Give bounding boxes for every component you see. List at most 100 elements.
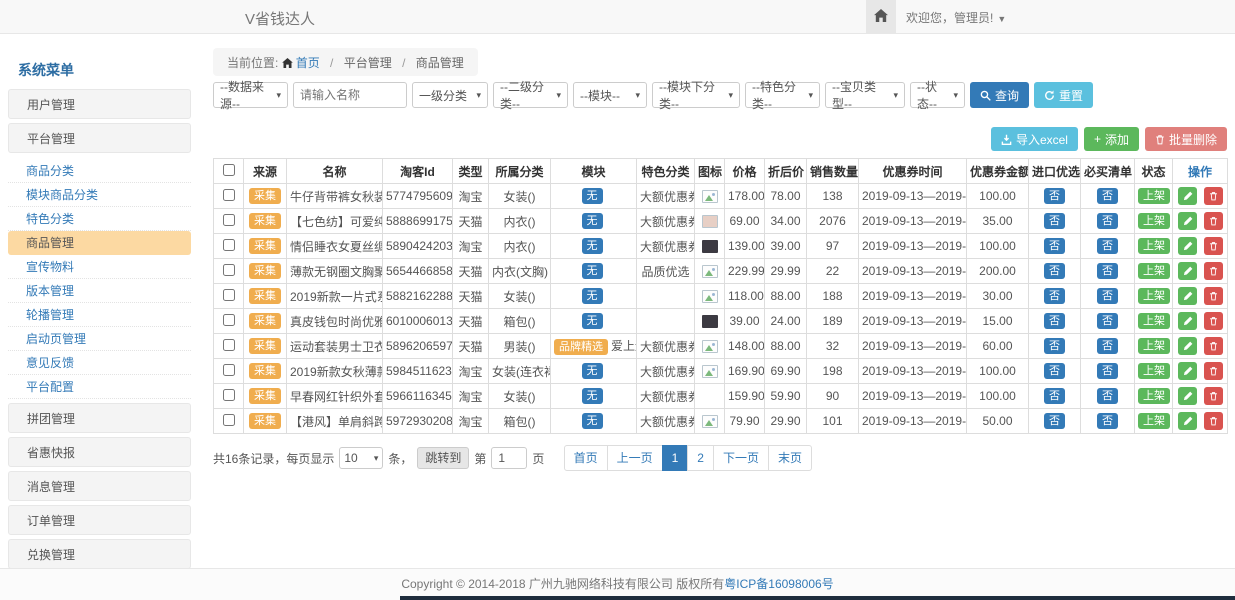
edit-button[interactable] <box>1178 387 1197 405</box>
delete-button[interactable] <box>1204 387 1223 405</box>
status-badge[interactable]: 上架 <box>1138 263 1170 279</box>
sidebar-item-version-mgmt[interactable]: 版本管理 <box>8 279 191 303</box>
must-buy-badge[interactable]: 否 <box>1097 288 1118 304</box>
sidebar-group-exchange-mgmt[interactable]: 兑换管理 <box>8 539 191 568</box>
import-select-badge[interactable]: 否 <box>1044 313 1065 329</box>
row-checkbox[interactable] <box>223 289 235 301</box>
sidebar-group-platform-mgmt[interactable]: 平台管理 <box>8 123 191 153</box>
select-all-checkbox[interactable] <box>223 164 235 176</box>
batch-delete-button[interactable]: 批量删除 <box>1145 127 1227 151</box>
import-select-badge[interactable]: 否 <box>1044 238 1065 254</box>
import-select-badge[interactable]: 否 <box>1044 363 1065 379</box>
edit-button[interactable] <box>1178 262 1197 280</box>
edit-button[interactable] <box>1178 312 1197 330</box>
must-buy-badge[interactable]: 否 <box>1097 388 1118 404</box>
edit-button[interactable] <box>1178 287 1197 305</box>
must-buy-badge[interactable]: 否 <box>1097 188 1118 204</box>
status-badge[interactable]: 上架 <box>1138 363 1170 379</box>
status-badge[interactable]: 上架 <box>1138 288 1170 304</box>
status-select[interactable]: --状态--▾ <box>910 82 965 108</box>
import-select-badge[interactable]: 否 <box>1044 188 1065 204</box>
delete-button[interactable] <box>1204 212 1223 230</box>
sidebar-item-promo-materials[interactable]: 宣传物料 <box>8 255 191 279</box>
pager-prev[interactable]: 上一页 <box>607 445 663 471</box>
page-number-input[interactable] <box>491 447 527 469</box>
import-select-badge[interactable]: 否 <box>1044 388 1065 404</box>
edit-button[interactable] <box>1178 212 1197 230</box>
sidebar-item-splash-mgmt[interactable]: 启动页管理 <box>8 327 191 351</box>
sidebar-group-order-mgmt[interactable]: 订单管理 <box>8 505 191 535</box>
delete-button[interactable] <box>1204 287 1223 305</box>
row-checkbox[interactable] <box>223 414 235 426</box>
import-select-badge[interactable]: 否 <box>1044 213 1065 229</box>
row-checkbox[interactable] <box>223 239 235 251</box>
import-select-badge[interactable]: 否 <box>1044 263 1065 279</box>
sidebar-item-platform-config[interactable]: 平台配置 <box>8 375 191 399</box>
pager-next[interactable]: 下一页 <box>713 445 769 471</box>
sidebar-group-groupbuy-mgmt[interactable]: 拼团管理 <box>8 403 191 433</box>
row-checkbox[interactable] <box>223 364 235 376</box>
edit-button[interactable] <box>1178 187 1197 205</box>
pager-first[interactable]: 首页 <box>564 445 608 471</box>
pager-page-1[interactable]: 1 <box>662 445 689 471</box>
level2-category-select[interactable]: --二级分类--▾ <box>493 82 568 108</box>
status-badge[interactable]: 上架 <box>1138 213 1170 229</box>
delete-button[interactable] <box>1204 337 1223 355</box>
must-buy-badge[interactable]: 否 <box>1097 413 1118 429</box>
delete-button[interactable] <box>1204 262 1223 280</box>
edit-button[interactable] <box>1178 337 1197 355</box>
import-excel-button[interactable]: 导入excel <box>991 127 1078 151</box>
user-menu[interactable]: 欢迎您，管理员!▼ <box>906 9 1006 26</box>
status-badge[interactable]: 上架 <box>1138 313 1170 329</box>
sidebar-item-goods-category[interactable]: 商品分类 <box>8 159 191 183</box>
delete-button[interactable] <box>1204 312 1223 330</box>
sidebar-item-goods-mgmt[interactable]: 商品管理 <box>8 231 191 255</box>
edit-button[interactable] <box>1178 362 1197 380</box>
row-checkbox[interactable] <box>223 214 235 226</box>
delete-button[interactable] <box>1204 237 1223 255</box>
delete-button[interactable] <box>1204 362 1223 380</box>
row-checkbox[interactable] <box>223 264 235 276</box>
jump-button[interactable]: 跳转到 <box>417 447 469 469</box>
search-button[interactable]: 查询 <box>970 82 1029 108</box>
pager-last[interactable]: 末页 <box>768 445 812 471</box>
must-buy-badge[interactable]: 否 <box>1097 263 1118 279</box>
import-select-badge[interactable]: 否 <box>1044 338 1065 354</box>
item-type-select[interactable]: --宝贝类型--▾ <box>825 82 905 108</box>
status-badge[interactable]: 上架 <box>1138 338 1170 354</box>
per-page-select[interactable]: 10▾ <box>339 447 383 469</box>
pager-page-2[interactable]: 2 <box>687 445 714 471</box>
status-badge[interactable]: 上架 <box>1138 238 1170 254</box>
sidebar-item-feature-category[interactable]: 特色分类 <box>8 207 191 231</box>
import-select-badge[interactable]: 否 <box>1044 288 1065 304</box>
sidebar-group-message-mgmt[interactable]: 消息管理 <box>8 471 191 501</box>
sidebar-group-savings-express[interactable]: 省惠快报 <box>8 437 191 467</box>
must-buy-badge[interactable]: 否 <box>1097 213 1118 229</box>
status-badge[interactable]: 上架 <box>1138 413 1170 429</box>
data-source-select[interactable]: --数据来源--▾ <box>213 82 288 108</box>
breadcrumb-home-link[interactable]: 首页 <box>282 56 323 70</box>
must-buy-badge[interactable]: 否 <box>1097 313 1118 329</box>
add-button[interactable]: + 添加 <box>1084 127 1139 151</box>
reset-button[interactable]: 重置 <box>1034 82 1093 108</box>
sidebar-item-carousel-mgmt[interactable]: 轮播管理 <box>8 303 191 327</box>
must-buy-badge[interactable]: 否 <box>1097 338 1118 354</box>
status-badge[interactable]: 上架 <box>1138 188 1170 204</box>
status-badge[interactable]: 上架 <box>1138 388 1170 404</box>
row-checkbox[interactable] <box>223 189 235 201</box>
import-select-badge[interactable]: 否 <box>1044 413 1065 429</box>
icp-link[interactable]: 粤ICP备16098006号 <box>724 577 833 591</box>
home-button[interactable] <box>866 0 896 33</box>
row-checkbox[interactable] <box>223 314 235 326</box>
level1-category-select[interactable]: 一级分类▾ <box>412 82 488 108</box>
delete-button[interactable] <box>1204 412 1223 430</box>
sidebar-item-feedback[interactable]: 意见反馈 <box>8 351 191 375</box>
module-select[interactable]: --模块--▾ <box>573 82 647 108</box>
sidebar-item-module-goods-category[interactable]: 模块商品分类 <box>8 183 191 207</box>
edit-button[interactable] <box>1178 412 1197 430</box>
delete-button[interactable] <box>1204 187 1223 205</box>
must-buy-badge[interactable]: 否 <box>1097 363 1118 379</box>
edit-button[interactable] <box>1178 237 1197 255</box>
must-buy-badge[interactable]: 否 <box>1097 238 1118 254</box>
row-checkbox[interactable] <box>223 389 235 401</box>
